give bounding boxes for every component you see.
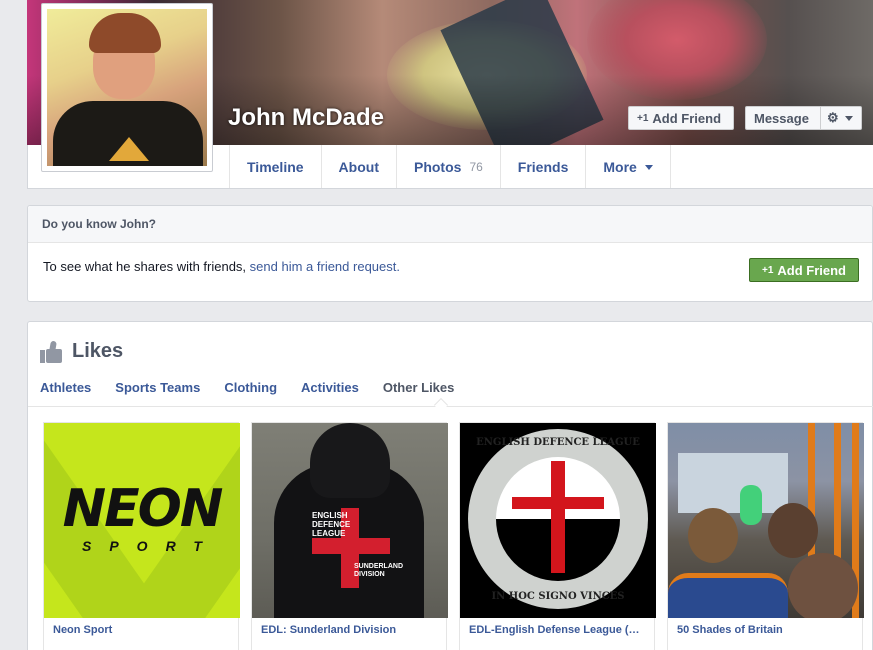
tab-label: Timeline <box>247 158 304 175</box>
edl-badge-image[interactable]: ENGLISH DEFENCE LEAGUE IN HOC SIGNO VINC… <box>460 423 656 618</box>
like-tile[interactable]: ENGLISH DEFENCE LEAGUE IN HOC SIGNO VINC… <box>459 422 656 650</box>
friend-request-prompt: Do you know John? To see what he shares … <box>27 205 873 302</box>
cross-icon <box>551 461 565 573</box>
tab-label: Friends <box>517 158 569 175</box>
photo-detail <box>688 508 738 563</box>
like-title[interactable]: Neon Sport <box>44 618 238 642</box>
tabs-divider <box>28 406 873 407</box>
cross-icon <box>512 497 604 509</box>
photo-detail <box>678 453 788 513</box>
thumbs-up-icon-part <box>40 349 45 363</box>
cross-icon <box>312 538 390 554</box>
like-tile[interactable]: NEON SPORT Neon Sport <box>43 422 240 650</box>
hoodie-print: ENGLISH DEFENCE LEAGUE <box>312 511 351 538</box>
photo-detail <box>310 423 390 498</box>
tab-timeline[interactable]: Timeline <box>229 145 321 188</box>
avatar-detail <box>109 137 149 161</box>
thumbs-up-icon <box>40 340 62 363</box>
like-tile[interactable]: ENGLISH DEFENCE LEAGUE SUNDERLAND DIVISI… <box>251 422 448 650</box>
badge-text-bottom: IN HOC SIGNO VINCES <box>491 591 625 602</box>
chevron-down-icon <box>644 165 653 170</box>
photos-count: 76 <box>469 159 483 174</box>
tab-clothing[interactable]: Clothing <box>224 380 277 395</box>
friend-request-link[interactable]: send him a friend request. <box>250 259 400 274</box>
tab-label: About <box>338 158 379 175</box>
tab-more[interactable]: More <box>585 145 671 188</box>
profile-picture[interactable] <box>41 3 213 172</box>
tab-other-likes[interactable]: Other Likes <box>383 380 455 395</box>
active-tab-indicator <box>433 397 449 413</box>
like-title[interactable]: EDL-English Defense League (Official) <box>460 618 654 642</box>
add-friend-label: Add Friend <box>652 110 722 126</box>
likes-section: Likes Athletes Sports Teams Clothing Act… <box>27 321 873 650</box>
photo-detail <box>740 485 762 525</box>
photo-detail <box>768 503 818 558</box>
tab-label: More <box>603 158 637 175</box>
avatar <box>47 9 207 166</box>
add-friend-icon: +1 <box>637 112 649 124</box>
edl-sunderland-photo[interactable]: ENGLISH DEFENCE LEAGUE SUNDERLAND DIVISI… <box>252 423 448 618</box>
tab-about[interactable]: About <box>320 145 396 188</box>
like-title[interactable]: 50 Shades of Britain <box>668 618 862 642</box>
50-shades-photo[interactable] <box>668 423 864 618</box>
photo-detail <box>788 553 858 618</box>
like-title[interactable]: EDL: Sunderland Division <box>252 618 446 642</box>
logo-subtext: SPORT <box>82 538 220 554</box>
profile-name[interactable]: John McDade <box>228 104 384 132</box>
likes-header: Likes <box>40 340 123 363</box>
prompt-text: To see what he shares with friends, send… <box>43 259 400 274</box>
chevron-down-icon <box>844 115 853 121</box>
hoodie-print-sub: SUNDERLAND DIVISION <box>354 563 403 578</box>
tab-friends[interactable]: Friends <box>499 145 586 188</box>
message-label: Message <box>754 110 809 126</box>
prompt-heading: Do you know John? <box>28 206 872 243</box>
settings-dropdown-button[interactable]: ⚙ <box>820 106 862 130</box>
tab-activities[interactable]: Activities <box>301 380 359 395</box>
add-friend-label: Add Friend <box>777 262 846 278</box>
add-friend-icon: +1 <box>761 264 774 276</box>
tab-athletes[interactable]: Athletes <box>40 380 91 395</box>
tab-photos[interactable]: Photos 76 <box>395 145 500 188</box>
neon-sport-logo[interactable]: NEON SPORT <box>44 423 240 618</box>
prompt-body-text: To see what he shares with friends, <box>43 259 250 274</box>
logo-wordmark: NEON <box>62 479 224 539</box>
profile-tabs: Timeline About Photos 76 Friends More <box>229 145 671 188</box>
avatar-detail <box>89 13 161 53</box>
message-button[interactable]: Message <box>745 106 821 130</box>
add-friend-button[interactable]: +1 Add Friend <box>628 106 734 130</box>
badge-text-top: ENGLISH DEFENCE LEAGUE <box>476 437 640 448</box>
likes-title[interactable]: Likes <box>72 340 123 363</box>
add-friend-green-button[interactable]: +1 Add Friend <box>749 258 859 282</box>
gear-icon: ⚙ <box>827 110 839 125</box>
likes-category-tabs: Athletes Sports Teams Clothing Activitie… <box>40 380 454 395</box>
photo-detail <box>668 573 788 618</box>
tab-label: Photos <box>413 158 462 175</box>
like-tile[interactable]: 50 Shades of Britain <box>667 422 864 650</box>
tab-sports-teams[interactable]: Sports Teams <box>115 380 200 395</box>
likes-grid: NEON SPORT Neon Sport ENGLISH DEFENCE LE… <box>43 422 864 650</box>
